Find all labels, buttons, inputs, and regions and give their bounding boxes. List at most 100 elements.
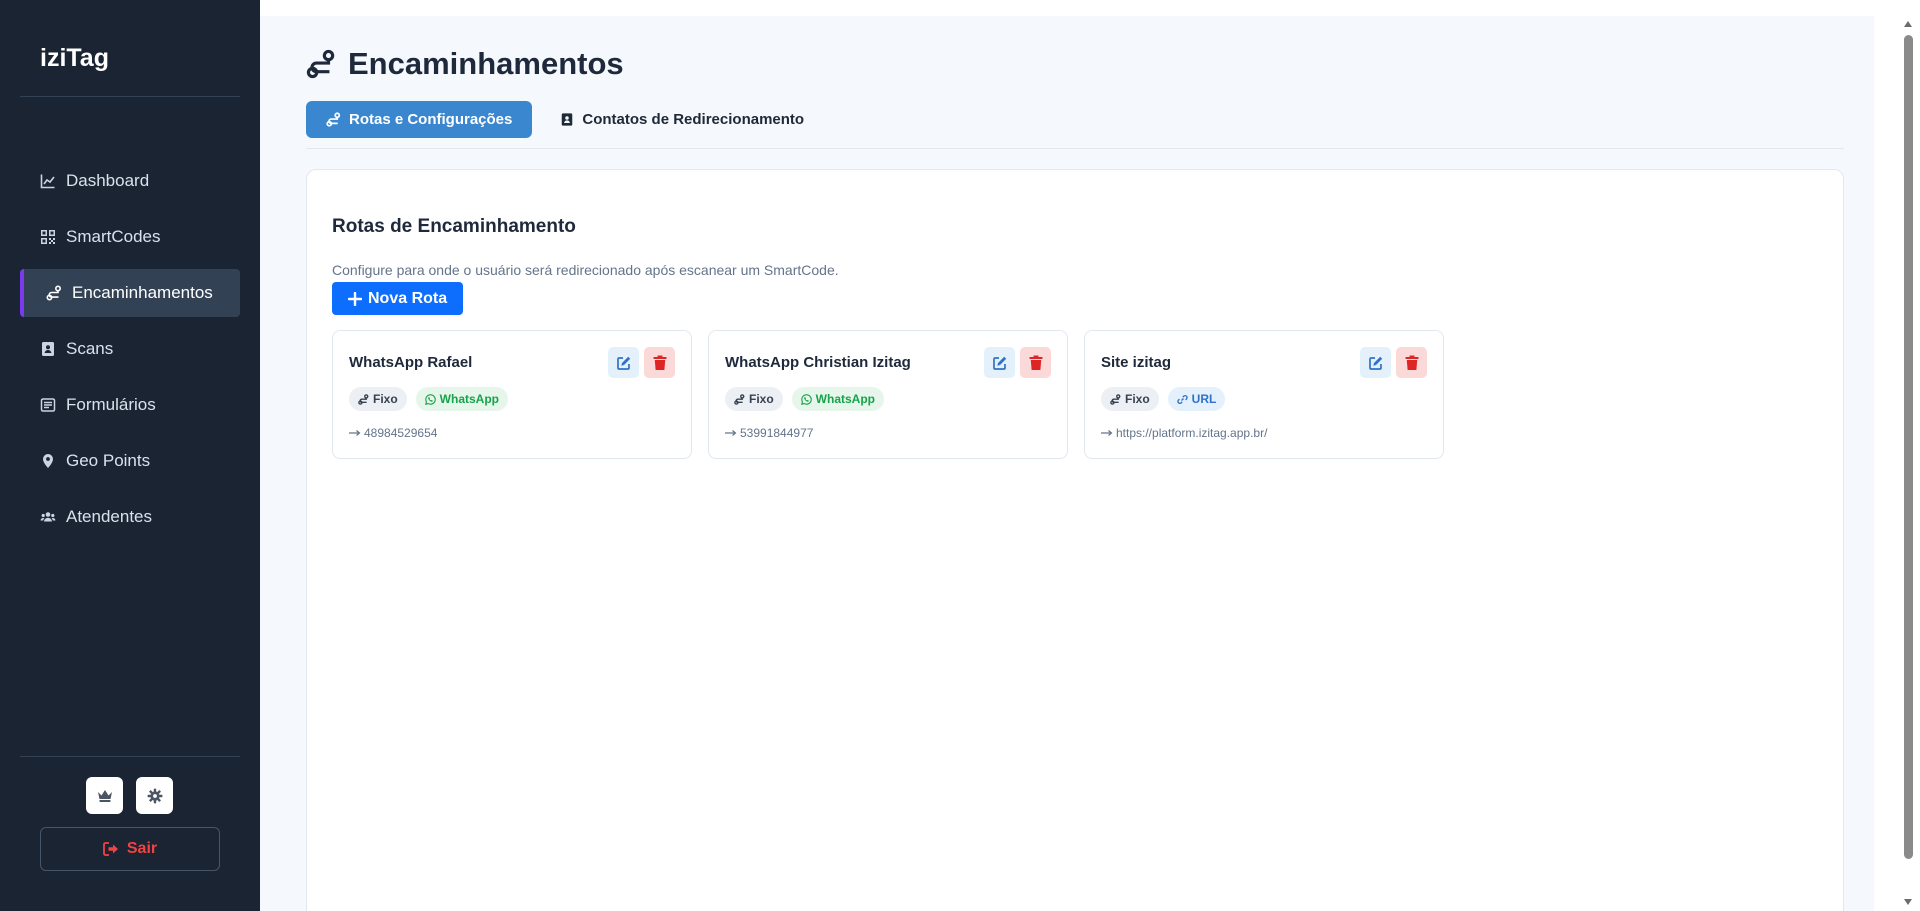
route-actions (1360, 347, 1427, 378)
map-pin-icon (43, 454, 53, 468)
route-name: WhatsApp Rafael (349, 354, 473, 371)
route-destination: 48984529654 (349, 426, 437, 440)
type-badge: URL (1167, 387, 1226, 411)
routes-panel: Rotas de Encaminhamento Configure para o… (306, 169, 1844, 911)
type-badge: WhatsApp (791, 387, 884, 411)
trash-icon (1029, 355, 1042, 370)
route-destination: https://platform.izitag.app.br/ (1101, 426, 1267, 440)
route-card: WhatsApp Christian Izitag Fixo WhatsApp … (708, 330, 1068, 459)
delete-route-button[interactable] (644, 347, 675, 378)
edit-route-button[interactable] (1360, 347, 1391, 378)
route-destination-value: 48984529654 (364, 426, 438, 440)
route-icon (734, 393, 745, 405)
mode-badge-label: Fixo (373, 392, 398, 406)
sidebar-item-label: Encaminhamentos (72, 283, 213, 302)
plus-icon (348, 291, 362, 306)
page-title: Encaminhamentos (348, 46, 624, 81)
scrollbar-thumb[interactable] (1904, 35, 1913, 859)
type-badge-label: WhatsApp (439, 392, 499, 406)
mode-badge: Fixo (349, 387, 407, 411)
edit-icon (616, 356, 630, 370)
sidebar-divider (20, 756, 240, 757)
qrcode-icon (41, 230, 55, 244)
mode-badge: Fixo (725, 387, 783, 411)
sidebar-item-formularios[interactable]: Formulários (20, 381, 240, 429)
route-destination-value: https://platform.izitag.app.br/ (1116, 426, 1268, 440)
tab-label: Contatos de Redirecionamento (582, 111, 805, 128)
route-icon (326, 112, 341, 127)
tab-contatos-redirecionamento[interactable]: Contatos de Redirecionamento (548, 101, 824, 138)
vertical-scrollbar[interactable] (1874, 16, 1920, 911)
logout-button[interactable]: Sair (40, 827, 220, 871)
arrow-right-icon (725, 430, 737, 436)
sidebar-item-geo-points[interactable]: Geo Points (20, 437, 240, 485)
arrow-right-icon (349, 430, 361, 436)
route-destination: 53991844977 (725, 426, 813, 440)
chart-line-icon (40, 174, 55, 189)
page-header: Encaminhamentos (306, 46, 624, 82)
address-book-icon (562, 113, 573, 126)
sidebar-item-scans[interactable]: Scans (20, 325, 240, 373)
route-destination-value: 53991844977 (740, 426, 814, 440)
route-badges: Fixo URL (1101, 387, 1226, 411)
edit-route-button[interactable] (608, 347, 639, 378)
tab-rotas-configuracoes[interactable]: Rotas e Configurações (306, 101, 533, 138)
route-name: WhatsApp Christian Izitag (725, 354, 911, 371)
delete-route-button[interactable] (1396, 347, 1427, 378)
tab-bar: Rotas e Configurações Contatos de Redire… (306, 101, 824, 138)
logout-label: Sair (126, 840, 158, 857)
type-badge: WhatsApp (415, 387, 508, 411)
route-card: Site izitag Fixo URL https://platform.iz… (1084, 330, 1444, 459)
route-badges: Fixo WhatsApp (725, 387, 884, 411)
whatsapp-icon (800, 393, 812, 405)
sidebar-item-label: Dashboard (66, 171, 150, 190)
sidebar-item-label: Formulários (66, 395, 156, 414)
route-icon (306, 49, 335, 79)
route-cards: WhatsApp Rafael Fixo WhatsApp 4898452965… (332, 330, 1444, 459)
delete-route-button[interactable] (1020, 347, 1051, 378)
form-icon (40, 398, 56, 412)
sidebar-item-smartcodes[interactable]: SmartCodes (20, 213, 240, 261)
edit-icon (1368, 356, 1382, 370)
sidebar-nav: Dashboard SmartCodes Encaminhamentos Sca… (20, 157, 240, 549)
route-icon (46, 285, 62, 301)
route-icon (1110, 393, 1121, 405)
scroll-up-arrow-icon[interactable] (1903, 19, 1913, 29)
mode-badge-label: Fixo (749, 392, 774, 406)
sidebar-item-label: Scans (66, 339, 114, 358)
trash-icon (653, 355, 666, 370)
sidebar-item-label: SmartCodes (66, 227, 161, 246)
logout-icon (102, 842, 118, 856)
panel-title: Rotas de Encaminhamento (332, 216, 576, 237)
gear-icon (147, 788, 162, 803)
edit-icon (992, 356, 1006, 370)
panel-description: Configure para onde o usuário será redir… (332, 262, 839, 278)
sidebar-item-dashboard[interactable]: Dashboard (20, 157, 240, 205)
route-actions (608, 347, 675, 378)
settings-button[interactable] (136, 777, 173, 814)
route-badges: Fixo WhatsApp (349, 387, 508, 411)
premium-button[interactable] (86, 777, 123, 814)
route-icon (358, 393, 369, 405)
mode-badge-label: Fixo (1125, 392, 1150, 406)
new-route-label: Nova Rota (368, 289, 448, 307)
route-name: Site izitag (1101, 354, 1172, 371)
brand-logo[interactable]: iziTag (40, 44, 109, 73)
sidebar-item-encaminhamentos[interactable]: Encaminhamentos (20, 269, 240, 317)
edit-route-button[interactable] (984, 347, 1015, 378)
scroll-down-arrow-icon[interactable] (1903, 897, 1913, 907)
type-badge-label: URL (1191, 392, 1217, 406)
tabs-divider (306, 148, 1844, 149)
crown-icon (97, 789, 112, 802)
sidebar: iziTag Dashboard SmartCodes Encaminhamen… (0, 0, 260, 911)
mode-badge: Fixo (1101, 387, 1159, 411)
route-card: WhatsApp Rafael Fixo WhatsApp 4898452965… (332, 330, 692, 459)
address-book-icon (42, 342, 54, 356)
main-content: Encaminhamentos Rotas e Configurações Co… (260, 16, 1874, 911)
whatsapp-icon (424, 393, 436, 405)
new-route-button[interactable]: Nova Rota (332, 282, 464, 315)
type-badge-label: WhatsApp (815, 392, 875, 406)
sidebar-item-label: Geo Points (66, 451, 151, 470)
users-icon (40, 512, 56, 522)
sidebar-item-atendentes[interactable]: Atendentes (20, 493, 240, 541)
